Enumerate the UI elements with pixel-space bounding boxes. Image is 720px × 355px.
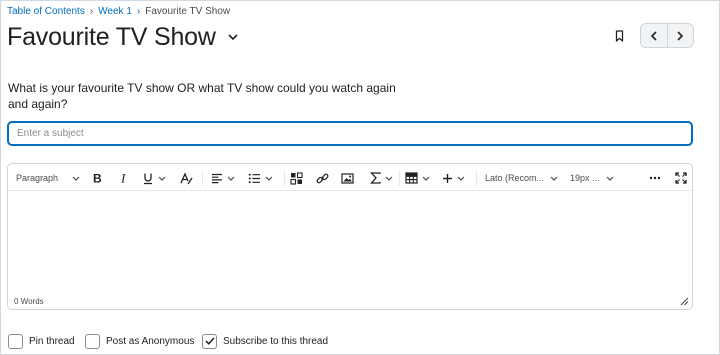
fullscreen-button[interactable]: [675, 168, 687, 188]
chevron-down-icon: [385, 176, 393, 181]
editor-toolbar: Paragraph B I Lato (Recom... 19px ...: [8, 164, 692, 191]
resize-handle-icon[interactable]: [680, 297, 689, 306]
equation-dropdown[interactable]: [370, 168, 393, 188]
chevron-down-icon: [550, 176, 558, 181]
chevron-left-icon: [650, 30, 657, 41]
post-anonymous-checkbox[interactable]: [85, 333, 100, 349]
breadcrumb-week-1[interactable]: Week 1: [98, 6, 132, 17]
font-family-label: Lato (Recom...: [485, 173, 545, 183]
subscribe-thread-option[interactable]: Subscribe to this thread: [202, 332, 328, 350]
checkmark-icon: [204, 337, 215, 345]
breadcrumb-current: Favourite TV Show: [145, 5, 231, 17]
bold-button[interactable]: B: [91, 168, 103, 188]
svg-text:I: I: [120, 172, 126, 184]
more-horizontal-icon: [649, 176, 661, 180]
chevron-down-icon: [72, 176, 80, 181]
font-size-label: 19px ...: [570, 173, 600, 183]
word-count: 0 Words: [14, 297, 44, 306]
table-icon: [405, 172, 418, 184]
link-icon: [316, 173, 329, 183]
insert-stuff-icon: [290, 171, 303, 185]
italic-icon: I: [120, 172, 126, 184]
font-family-dropdown[interactable]: Lato (Recom...: [485, 168, 558, 188]
subscribe-thread-label: Subscribe to this thread: [223, 335, 329, 347]
chevron-right-icon: [677, 30, 684, 41]
breadcrumb-table-of-contents[interactable]: Table of Contents: [7, 6, 85, 17]
pin-thread-checkbox[interactable]: [8, 333, 23, 349]
text-color-button[interactable]: [179, 168, 193, 188]
pin-thread-option[interactable]: Pin thread: [8, 332, 75, 350]
title-row: Favourite TV Show: [7, 20, 240, 54]
topic-navigation: [640, 23, 694, 48]
text-color-icon: [180, 171, 193, 184]
post-anonymous-label: Post as Anonymous: [106, 335, 195, 347]
bold-icon: B: [93, 172, 102, 184]
subscribe-thread-checkbox[interactable]: [202, 333, 217, 349]
rich-text-editor: Paragraph B I Lato (Recom... 19px ... 0 …: [7, 163, 693, 310]
list-dropdown[interactable]: [248, 168, 273, 188]
more-actions-button[interactable]: [649, 168, 661, 188]
svg-text:B: B: [93, 172, 102, 184]
chevron-down-icon: [422, 176, 430, 181]
breadcrumb: Table of Contents › Week 1 › Favourite T…: [7, 4, 230, 18]
pin-thread-label: Pin thread: [29, 335, 75, 347]
chevron-down-icon: [265, 176, 273, 181]
page-title: Favourite TV Show: [7, 22, 216, 51]
insert-image-button[interactable]: [341, 168, 354, 188]
bookmark-icon[interactable]: [610, 27, 628, 45]
subject-input[interactable]: [7, 121, 693, 146]
fullscreen-icon: [675, 172, 687, 184]
insert-dropdown[interactable]: [442, 168, 465, 188]
italic-button[interactable]: I: [118, 168, 130, 188]
underline-icon: [144, 173, 152, 184]
next-topic-button[interactable]: [666, 24, 694, 47]
paragraph-format-label: Paragraph: [16, 173, 59, 183]
toolbar-divider: [284, 170, 285, 186]
plus-icon: [443, 173, 452, 183]
breadcrumb-separator: ›: [136, 5, 141, 17]
discussion-question: What is your favourite TV show OR what T…: [8, 81, 396, 111]
chevron-down-icon: [606, 176, 613, 181]
toolbar-divider: [202, 170, 203, 186]
chevron-down-icon: [457, 176, 465, 181]
insert-stuff-button[interactable]: [290, 168, 303, 188]
font-size-dropdown[interactable]: 19px ...: [570, 168, 614, 188]
toolbar-divider: [476, 170, 477, 186]
chevron-down-icon: [158, 176, 166, 181]
title-menu-chevron-icon[interactable]: [226, 30, 240, 44]
chevron-down-icon: [227, 176, 235, 181]
bulleted-list-icon: [248, 173, 260, 183]
previous-topic-button[interactable]: [641, 24, 667, 47]
toolbar-divider: [399, 170, 400, 186]
sigma-icon: [370, 172, 381, 184]
table-dropdown[interactable]: [405, 168, 430, 188]
image-icon: [341, 172, 354, 184]
align-left-icon: [212, 173, 222, 183]
post-anonymous-option[interactable]: Post as Anonymous: [85, 332, 194, 350]
alignment-dropdown[interactable]: [211, 168, 235, 188]
paragraph-format-dropdown[interactable]: Paragraph: [16, 168, 80, 188]
insert-link-button[interactable]: [316, 168, 329, 188]
breadcrumb-separator: ›: [89, 5, 94, 17]
underline-dropdown[interactable]: [142, 168, 166, 188]
